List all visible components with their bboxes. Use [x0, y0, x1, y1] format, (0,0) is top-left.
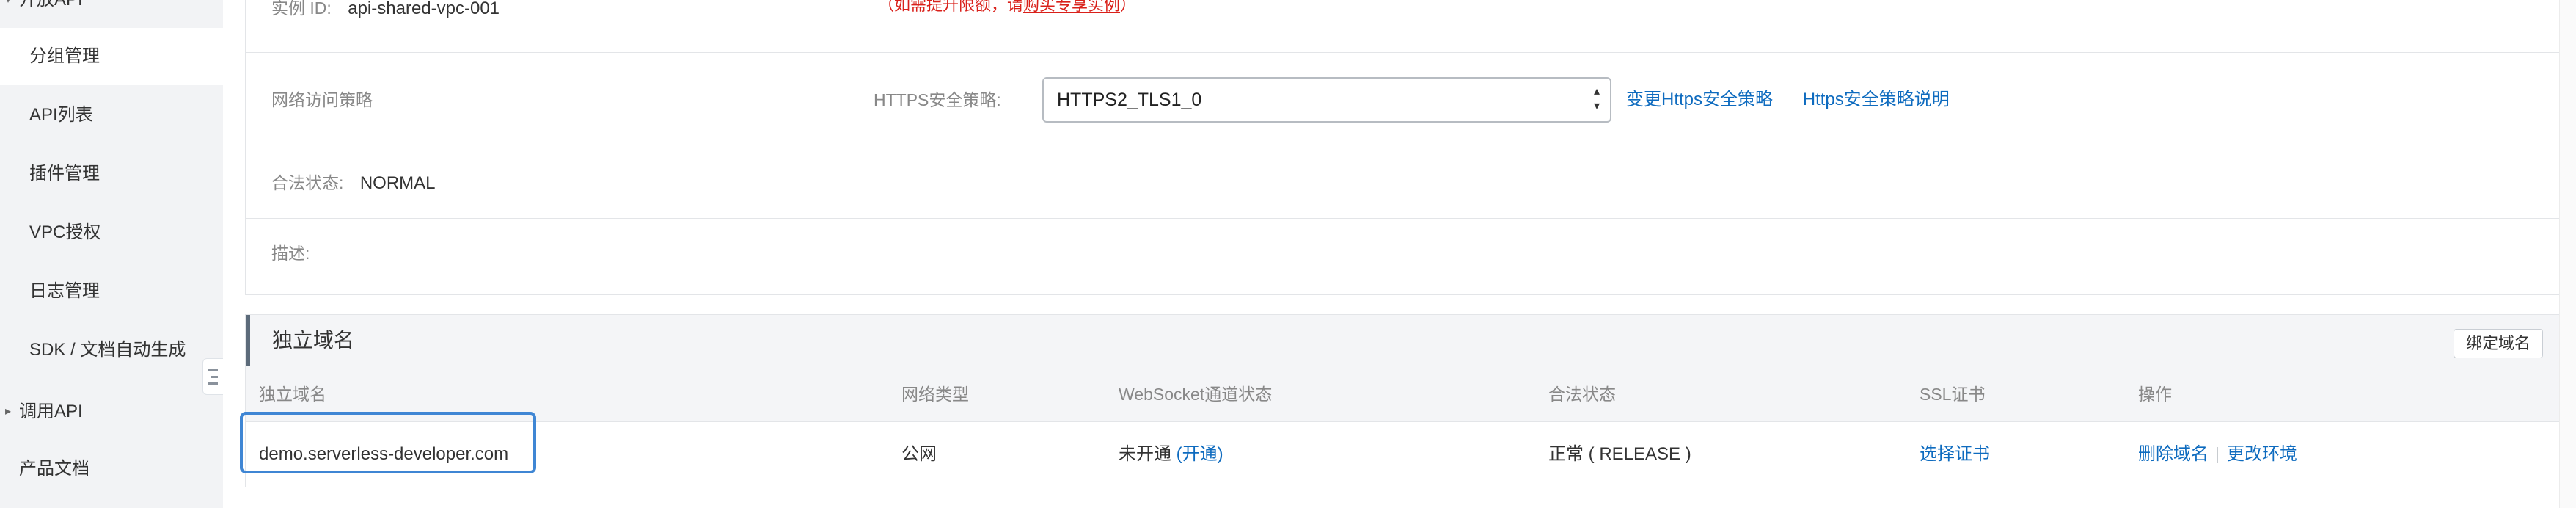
buy-dedicated-instance-link[interactable]: 购买专享实例 — [1023, 0, 1120, 14]
description-row: 描述: — [271, 218, 310, 291]
col-websocket: WebSocket通道状态 — [1119, 385, 1273, 404]
sidebar-item-label: 产品文档 — [19, 459, 89, 479]
sidebar-item-label: 调用API — [19, 402, 83, 421]
sidebar-collapse-icon[interactable] — [202, 358, 223, 395]
instance-note-suffix: ） — [1120, 0, 1137, 14]
legal-status-cell: 正常 ( RELEASE ) — [1548, 444, 1691, 464]
websocket-status: 未开通 — [1119, 444, 1171, 464]
chevron-down-icon: ▾ — [0, 0, 16, 29]
change-environment-link[interactable]: 更改环境 — [2227, 444, 2297, 464]
sidebar-item-label: API列表 — [29, 105, 93, 125]
change-https-policy-link[interactable]: 变更Https安全策略 — [1626, 90, 1773, 109]
sidebar-item-label: 插件管理 — [29, 164, 100, 184]
instance-note-text: （如需提升限额，请 — [878, 0, 1024, 14]
https-policy-select[interactable]: HTTPS2_TLS1_0 ▴ ▾ — [1042, 77, 1611, 123]
instance-row: 实例 ID: api-shared-vpc-001 — [271, 0, 500, 26]
https-policy-label: HTTPS安全策略: — [874, 90, 1001, 109]
https-policy-value: HTTPS2_TLS1_0 — [1057, 90, 1202, 110]
https-policy-doc-link[interactable]: Https安全策略说明 — [1803, 90, 1950, 109]
section-header: 独立域名 绑定域名 — [246, 315, 2562, 366]
sidebar-item-vpc-auth[interactable]: VPC授权 — [0, 204, 223, 261]
col-ssl: SSL证书 — [1920, 385, 1986, 404]
select-arrows-icon: ▴ ▾ — [1593, 85, 1600, 112]
delete-domain-link[interactable]: 删除域名 — [2138, 444, 2209, 464]
chevron-right-icon: ▸ — [4, 405, 12, 418]
legal-status-label: 合法状态: — [271, 173, 344, 192]
select-certificate-link[interactable]: 选择证书 — [1920, 444, 1990, 464]
sidebar-item-label: 分组管理 — [29, 46, 100, 66]
col-legal-status: 合法状态 — [1548, 385, 1616, 404]
sidebar-item-product-docs[interactable]: 产品文档 — [0, 440, 223, 498]
sidebar-item-group-management[interactable]: 分组管理 — [0, 28, 223, 85]
actions-cell: 删除域名 更改环境 — [2138, 422, 2297, 487]
sidebar-item-label: SDK / 文档自动生成 — [29, 340, 186, 360]
sidebar-item-label: VPC授权 — [29, 222, 101, 242]
scrollbar-track[interactable] — [2559, 0, 2576, 508]
sidebar-group-call-api[interactable]: ▸ 调用API — [0, 383, 223, 440]
col-domain: 独立域名 — [259, 385, 326, 404]
sidebar-group-open-api[interactable]: ▾ 开放API — [0, 0, 223, 29]
table-header: 独立域名 网络类型 WebSocket通道状态 合法状态 SSL证书 操作 — [246, 366, 2562, 422]
sidebar-item-api-list[interactable]: API列表 — [0, 87, 223, 144]
instance-value: api-shared-vpc-001 — [348, 0, 500, 18]
sidebar-item-sdk-docs[interactable]: SDK / 文档自动生成 — [0, 322, 223, 379]
sidebar-item-label: 开放API — [19, 0, 83, 10]
section-title: 独立域名 — [272, 329, 355, 352]
col-actions: 操作 — [2138, 385, 2172, 404]
action-divider — [2217, 446, 2218, 463]
network-policy-label: 网络访问策略 — [271, 90, 373, 109]
legal-status-value: NORMAL — [359, 173, 436, 193]
ssl-cell: 选择证书 — [1920, 422, 1990, 487]
custom-domain-section: 独立域名 绑定域名 独立域名 网络类型 WebSocket通道状态 合法状态 S… — [240, 314, 2563, 487]
sidebar-item-label: 日志管理 — [29, 281, 100, 301]
col-network-type: 网络类型 — [901, 385, 969, 404]
sidebar-item-plugin-management[interactable]: 插件管理 — [0, 145, 223, 203]
domain-cell: demo.serverless-developer.com — [259, 444, 509, 464]
websocket-cell: 未开通 (开通) — [1119, 422, 1223, 487]
enable-websocket-link[interactable]: (开通) — [1177, 444, 1223, 464]
description-label: 描述: — [271, 244, 310, 263]
table-row: demo.serverless-developer.com 公网 未开通 (开通… — [240, 412, 2562, 487]
group-info-panel: 实例 ID: api-shared-vpc-001 （如需提升限额，请购买专享实… — [245, 0, 2563, 295]
network-type-cell: 公网 — [901, 444, 937, 464]
sidebar-item-log-management[interactable]: 日志管理 — [0, 263, 223, 320]
instance-note: （如需提升限额，请购买专享实例） — [878, 0, 1136, 17]
legal-status-row: 合法状态: NORMAL — [271, 148, 436, 221]
bind-domain-button[interactable]: 绑定域名 — [2453, 329, 2543, 358]
instance-label: 实例 ID: — [271, 0, 332, 18]
network-policy-row: 网络访问策略 — [271, 52, 373, 150]
sidebar: ▾ 开放API 分组管理 API列表 插件管理 VPC授权 日志管理 SDK /… — [0, 0, 223, 508]
